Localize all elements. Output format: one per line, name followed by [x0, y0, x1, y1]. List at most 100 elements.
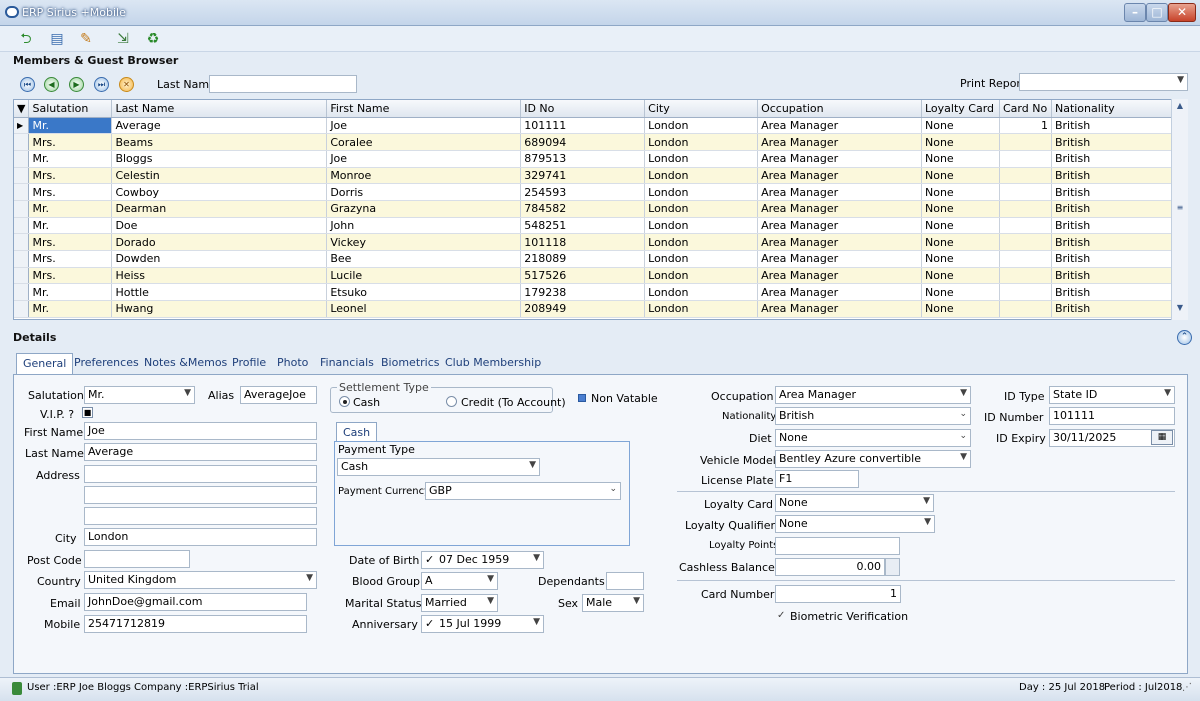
table-cell[interactable]: London [644, 300, 759, 318]
tab-general[interactable]: General [16, 353, 74, 375]
table-cell[interactable]: Joe [326, 150, 522, 168]
table-cell[interactable] [999, 233, 1052, 251]
table-cell[interactable]: Mr. [28, 150, 113, 168]
table-cell[interactable]: London [644, 250, 759, 268]
country-select[interactable]: United Kingdom ▼ [84, 571, 317, 589]
table-cell[interactable] [999, 267, 1052, 285]
table-cell[interactable]: Mrs. [28, 267, 113, 285]
tab-biometrics[interactable]: Biometrics [375, 353, 446, 374]
loyalty-qualifier-select[interactable]: None ▼ [775, 515, 935, 533]
id-type-select[interactable]: State ID ▼ [1049, 386, 1175, 404]
table-cell[interactable]: 101111 [520, 117, 646, 135]
tab-photo[interactable]: Photo [271, 353, 314, 374]
tab-profile[interactable]: Profile [226, 353, 272, 374]
row-indicator[interactable] [14, 217, 30, 235]
table-cell[interactable]: 218089 [520, 250, 646, 268]
table-cell[interactable]: Mrs. [28, 183, 113, 201]
table-cell[interactable] [999, 300, 1052, 318]
table-cell[interactable]: Mr. [28, 300, 113, 318]
table-cell[interactable]: Area Manager [757, 300, 922, 318]
last-name-input[interactable]: Average [84, 443, 317, 461]
table-cell[interactable] [999, 250, 1052, 268]
table-cell[interactable]: Area Manager [757, 200, 922, 218]
table-row[interactable]: Mr. Doe John 548251 London Area Manager None Br… [14, 217, 1187, 235]
table-cell[interactable]: 517526 [520, 267, 646, 285]
row-indicator[interactable] [14, 200, 30, 218]
cashless-balance-button[interactable] [885, 558, 900, 576]
table-cell[interactable]: None [921, 117, 1000, 135]
table-cell[interactable]: Dorado [111, 233, 328, 251]
table-cell[interactable]: London [644, 167, 759, 185]
table-cell[interactable]: Bee [326, 250, 522, 268]
col-header[interactable]: Occupation [757, 100, 922, 118]
last-name-search-input[interactable] [209, 75, 357, 93]
cash-radio[interactable] [339, 396, 350, 407]
resize-grip-icon[interactable]: ⋰ [1182, 682, 1192, 693]
table-cell[interactable]: Area Manager [757, 167, 922, 185]
email-input[interactable]: JohnDoe@gmail.com [84, 593, 307, 611]
tab-notes-memos[interactable]: Notes &Memos [138, 353, 233, 374]
minimize-button[interactable]: – [1124, 3, 1146, 22]
table-cell[interactable]: British [1051, 167, 1187, 185]
table-cell[interactable]: British [1051, 267, 1187, 285]
table-cell[interactable]: British [1051, 117, 1187, 135]
col-header[interactable]: ID No [520, 100, 646, 118]
table-row[interactable]: Mrs. Heiss Lucile 517526 London Area Manager N… [14, 267, 1187, 285]
table-row[interactable]: Mr. Hwang Leonel 208949 London Area Manager No… [14, 300, 1187, 318]
payment-currency-select[interactable]: GBP ⌄ [425, 482, 621, 500]
col-header[interactable]: Nationality [1051, 100, 1187, 118]
col-header[interactable]: Last Name [111, 100, 328, 118]
col-header[interactable]: City [644, 100, 759, 118]
row-indicator[interactable] [14, 183, 30, 201]
col-header[interactable]: Loyalty Card [921, 100, 1000, 118]
table-cell[interactable]: Lucile [326, 267, 522, 285]
table-cell[interactable]: Beams [111, 133, 328, 151]
table-cell[interactable]: British [1051, 133, 1187, 151]
table-cell[interactable]: Etsuko [326, 283, 522, 302]
table-cell[interactable]: 689094 [520, 133, 646, 151]
table-cell[interactable]: Hottle [111, 283, 328, 302]
table-cell[interactable]: 254593 [520, 183, 646, 201]
table-cell[interactable]: 208949 [520, 300, 646, 318]
scroll-up-icon[interactable]: ▲ [1174, 101, 1186, 113]
table-row[interactable]: Mrs. Dorado Vickey 101118 London Area Manager… [14, 233, 1187, 251]
table-cell[interactable]: None [921, 283, 1000, 302]
table-cell[interactable]: Area Manager [757, 217, 922, 235]
recycle-icon[interactable]: ♻ [143, 30, 163, 48]
table-cell[interactable]: None [921, 217, 1000, 235]
payment-type-select[interactable]: Cash ▼ [337, 458, 540, 476]
table-cell[interactable]: Hwang [111, 300, 328, 318]
table-cell[interactable]: None [921, 250, 1000, 268]
current-row-indicator-icon[interactable]: ▶ [14, 117, 30, 135]
table-cell[interactable] [999, 150, 1052, 168]
table-cell[interactable]: Area Manager [757, 183, 922, 201]
table-cell[interactable]: London [644, 150, 759, 168]
table-cell[interactable]: London [644, 183, 759, 201]
table-cell[interactable]: London [644, 133, 759, 151]
loyalty-points-input[interactable] [775, 537, 900, 555]
table-cell[interactable]: 879513 [520, 150, 646, 168]
table-row[interactable]: Mrs. Beams Coralee 689094 London Area Manager… [14, 133, 1187, 151]
table-cell[interactable]: British [1051, 150, 1187, 168]
address-line1-input[interactable] [84, 465, 317, 483]
table-cell[interactable]: British [1051, 183, 1187, 201]
table-cell[interactable]: British [1051, 233, 1187, 251]
table-cell[interactable]: Doe [111, 217, 328, 235]
anniversary-picker[interactable]: ✓ 15 Jul 1999 ▼ [421, 615, 544, 633]
new-document-icon[interactable]: ▤ [47, 30, 67, 48]
edit-document-icon[interactable]: ✎ [76, 30, 96, 48]
export-icon[interactable]: ⇲ [113, 30, 133, 48]
table-cell[interactable]: Area Manager [757, 267, 922, 285]
table-cell[interactable]: London [644, 233, 759, 251]
next-record-icon[interactable]: ▶ [69, 77, 84, 92]
table-cell[interactable]: Bloggs [111, 150, 328, 168]
table-cell[interactable]: None [921, 300, 1000, 318]
dependants-input[interactable] [606, 572, 644, 590]
marital-status-select[interactable]: Married ▼ [421, 594, 498, 612]
table-cell[interactable]: Mr. [28, 217, 113, 235]
table-cell[interactable]: British [1051, 300, 1187, 318]
table-cell[interactable]: Mr. [28, 200, 113, 218]
table-cell[interactable]: British [1051, 283, 1187, 302]
row-indicator[interactable] [14, 167, 30, 185]
table-cell[interactable]: Mrs. [28, 233, 113, 251]
